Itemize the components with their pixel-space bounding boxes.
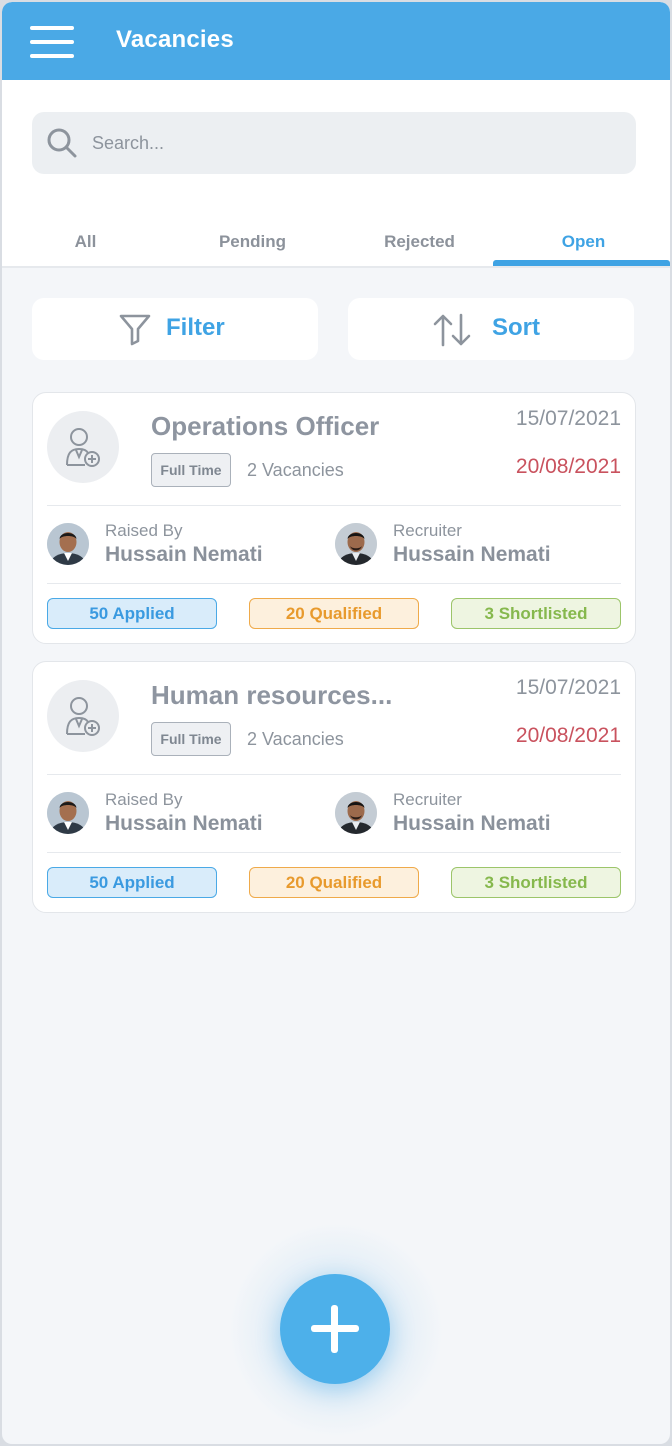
job-title: Human resources... <box>151 680 393 710</box>
app-screen: Vacancies All Pending Rejected Open Filt… <box>2 2 670 1444</box>
sort-icon <box>433 313 471 347</box>
job-avatar <box>47 411 119 483</box>
user-add-icon <box>66 697 100 736</box>
employment-type-badge: Full Time <box>151 722 231 756</box>
tabs-divider <box>2 266 670 268</box>
applied-badge[interactable]: 50 Applied <box>47 867 217 898</box>
raised-by-label: Raised By <box>105 790 183 809</box>
vacancy-count: 2 Vacancies <box>247 729 344 749</box>
recruiter-label: Recruiter <box>393 790 462 809</box>
qualified-badge[interactable]: 20 Qualified <box>249 598 419 629</box>
card-divider <box>47 774 621 775</box>
filter-icon <box>119 314 151 346</box>
applied-badge[interactable]: 50 Applied <box>47 598 217 629</box>
app-bar: Vacancies <box>2 2 670 80</box>
filter-button[interactable]: Filter <box>32 298 318 360</box>
card-divider <box>47 583 621 584</box>
tab-pending[interactable]: Pending <box>169 214 336 268</box>
sort-button[interactable]: Sort <box>348 298 634 360</box>
recruiter-avatar <box>335 792 377 834</box>
qualified-badge[interactable]: 20 Qualified <box>249 867 419 898</box>
start-date: 15/07/2021 <box>515 407 621 430</box>
search-bar[interactable] <box>32 112 636 174</box>
end-date: 20/08/2021 <box>515 455 621 478</box>
search-icon <box>47 128 77 158</box>
filter-label: Filter <box>166 314 225 341</box>
raised-by-name: Hussain Nemati <box>105 543 263 566</box>
vacancy-card[interactable]: Operations Officer Full Time 2 Vacancies… <box>32 392 636 644</box>
card-divider <box>47 505 621 506</box>
employment-type-badge: Full Time <box>151 453 231 487</box>
shortlisted-badge[interactable]: 3 Shortlisted <box>451 598 621 629</box>
sort-label: Sort <box>492 314 540 341</box>
job-avatar <box>47 680 119 752</box>
shortlisted-badge[interactable]: 3 Shortlisted <box>451 867 621 898</box>
menu-icon[interactable] <box>30 26 74 58</box>
recruiter-name: Hussain Nemati <box>393 543 551 566</box>
raised-by-avatar <box>47 523 89 565</box>
raised-by-label: Raised By <box>105 521 183 540</box>
job-title: Operations Officer <box>151 411 380 441</box>
vacancy-card[interactable]: Human resources... Full Time 2 Vacancies… <box>32 661 636 913</box>
recruiter-label: Recruiter <box>393 521 462 540</box>
vacancy-count: 2 Vacancies <box>247 460 344 480</box>
search-input[interactable] <box>92 126 612 160</box>
recruiter-name: Hussain Nemati <box>393 812 551 835</box>
user-add-icon <box>66 428 100 467</box>
tab-all[interactable]: All <box>2 214 169 268</box>
active-tab-indicator <box>493 260 670 266</box>
card-divider <box>47 852 621 853</box>
start-date: 15/07/2021 <box>515 676 621 699</box>
raised-by-avatar <box>47 792 89 834</box>
tab-rejected[interactable]: Rejected <box>336 214 503 268</box>
recruiter-avatar <box>335 523 377 565</box>
end-date: 20/08/2021 <box>515 724 621 747</box>
add-vacancy-button[interactable] <box>280 1274 390 1384</box>
page-title: Vacancies <box>116 26 234 53</box>
raised-by-name: Hussain Nemati <box>105 812 263 835</box>
